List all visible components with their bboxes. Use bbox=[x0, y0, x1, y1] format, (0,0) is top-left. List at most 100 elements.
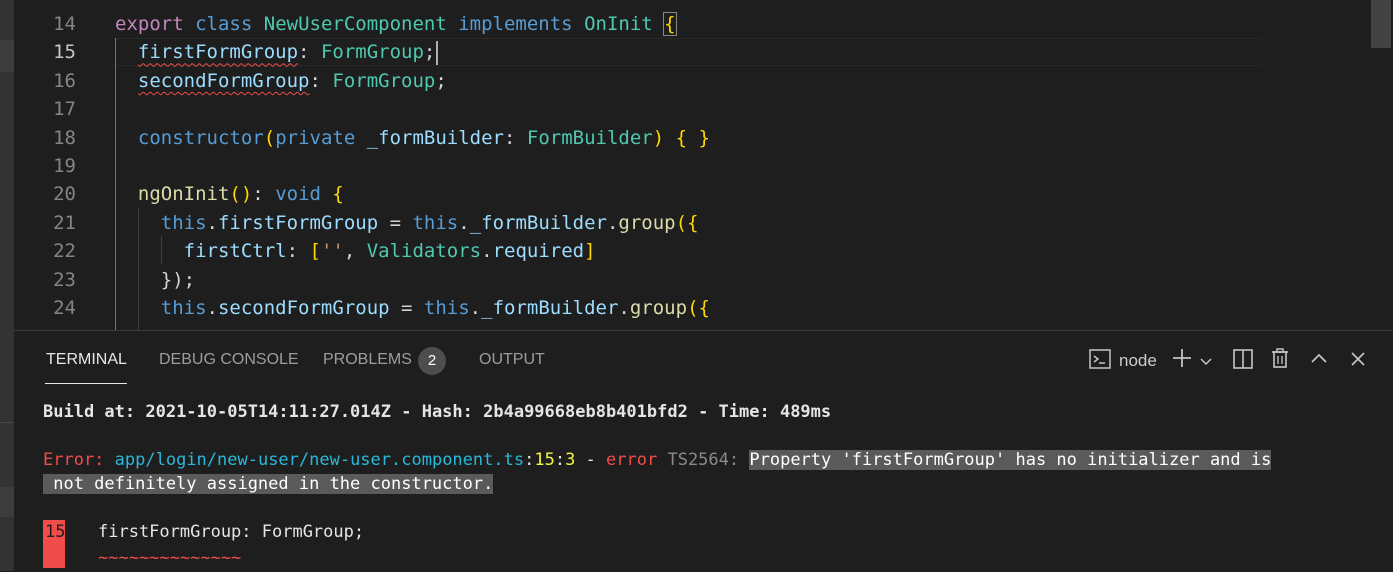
line-number: 21 bbox=[53, 211, 76, 234]
error-file-link[interactable]: app/login/new-user/new-user.component.ts bbox=[115, 450, 524, 470]
build-prefix: Build at: bbox=[43, 402, 146, 422]
code-token: _formBuilder bbox=[366, 126, 504, 149]
line-number: 22 bbox=[53, 240, 76, 263]
line-number: 15 bbox=[53, 41, 76, 64]
build-info-line: Build at: 2021-10-05T14:11:27.014Z - Has… bbox=[43, 400, 831, 424]
code-token: }); bbox=[160, 268, 196, 291]
code-token: ({ bbox=[687, 297, 710, 319]
code-token: FormBuilder bbox=[526, 126, 653, 149]
code-token: firstFormGroup bbox=[137, 41, 299, 64]
code-token: implements bbox=[458, 13, 573, 35]
code-token: . bbox=[606, 211, 619, 234]
panel-tabs: TERMINAL DEBUG CONSOLE PROBLEMS 2 OUTPUT… bbox=[14, 331, 1393, 389]
code-token: . bbox=[206, 211, 218, 234]
tab-debug-console[interactable]: DEBUG CONSOLE bbox=[159, 351, 299, 369]
code-line[interactable]: 23 }); bbox=[14, 266, 1393, 294]
code-line[interactable]: 21 this.firstFormGroup = this._formBuild… bbox=[14, 209, 1393, 237]
code-token: : bbox=[252, 183, 276, 206]
code-token: secondFormGroup bbox=[137, 69, 310, 92]
code-line[interactable]: 18 constructor(private _formBuilder: For… bbox=[14, 124, 1393, 152]
code-token: this bbox=[160, 297, 207, 319]
code-token: : bbox=[504, 126, 527, 149]
problems-count-badge: 2 bbox=[418, 347, 446, 375]
code-text[interactable]: this.firstFormGroup = this._formBuilder.… bbox=[115, 209, 699, 237]
split-terminal-icon[interactable] bbox=[1232, 348, 1254, 376]
line-number: 18 bbox=[53, 126, 76, 149]
code-token: FormGroup bbox=[332, 69, 436, 92]
code-line[interactable]: 22 firstCtrl: ['', Validators.required] bbox=[14, 237, 1393, 265]
code-token: : bbox=[309, 69, 333, 92]
code-token: . bbox=[469, 297, 482, 319]
code-token: . bbox=[618, 297, 630, 319]
code-token: void bbox=[275, 183, 321, 206]
code-token: ) bbox=[652, 126, 665, 149]
error-col-number: 3 bbox=[565, 450, 576, 470]
code-token: firstFormGroup bbox=[217, 211, 379, 234]
code-line[interactable]: 19 bbox=[14, 152, 1393, 180]
code-token: group bbox=[618, 211, 676, 234]
code-line[interactable]: 24 this.secondFormGroup = this._formBuil… bbox=[14, 294, 1393, 322]
error-line-1: Error: app/login/new-user/new-user.compo… bbox=[43, 450, 1272, 470]
chevron-down-icon[interactable] bbox=[1199, 351, 1213, 374]
code-token: this bbox=[160, 211, 207, 234]
code-line[interactable]: 17 bbox=[14, 95, 1393, 123]
code-token: FormGroup bbox=[320, 41, 424, 64]
terminal-profile-label[interactable]: node bbox=[1119, 351, 1157, 371]
code-line[interactable]: 20 ngOnInit(): void { bbox=[14, 180, 1393, 208]
time-prefix: - Time: bbox=[687, 402, 780, 422]
close-icon[interactable] bbox=[1349, 350, 1367, 374]
editor-scrollbar[interactable] bbox=[1371, 0, 1391, 48]
line-number: 23 bbox=[53, 268, 76, 291]
code-token: firstCtrl bbox=[183, 240, 287, 263]
code-text[interactable]: constructor(private _formBuilder: FormBu… bbox=[115, 124, 710, 152]
line-number: 16 bbox=[53, 69, 76, 92]
code-text[interactable]: firstFormGroup: FormGroup; bbox=[115, 38, 439, 66]
code-editor[interactable]: 14 export class NewUserComponent implemen… bbox=[14, 0, 1393, 330]
line-number: 14 bbox=[53, 13, 76, 35]
code-token: . bbox=[481, 240, 493, 263]
tab-output[interactable]: OUTPUT bbox=[479, 351, 545, 369]
code-token: , bbox=[343, 240, 367, 263]
error-line-number: 15 bbox=[534, 450, 555, 470]
code-text[interactable]: ngOnInit(): void { bbox=[115, 180, 344, 208]
build-time: 2021-10-05T14:11:27.014Z bbox=[145, 402, 391, 422]
snippet-squiggle: ~~~~~~~~~~~~~~ bbox=[98, 548, 242, 568]
code-token: { bbox=[332, 183, 344, 206]
code-text[interactable]: firstCtrl: ['', Validators.required] bbox=[115, 237, 596, 265]
code-token: = bbox=[389, 297, 424, 319]
tab-terminal[interactable]: TERMINAL bbox=[46, 351, 127, 369]
code-token: : bbox=[298, 41, 321, 64]
code-text[interactable]: }); bbox=[115, 266, 195, 294]
code-token: _formBuilder bbox=[481, 297, 619, 319]
activity-bar-item[interactable] bbox=[0, 487, 14, 517]
code-text[interactable]: export class NewUserComponent implements… bbox=[115, 10, 677, 38]
code-token: ngOnInit bbox=[137, 183, 230, 206]
code-token: ( bbox=[263, 126, 276, 149]
code-token: OnInit bbox=[584, 13, 653, 35]
chevron-up-icon[interactable] bbox=[1310, 350, 1328, 374]
code-text[interactable]: secondFormGroup: FormGroup; bbox=[115, 67, 447, 95]
terminal-icon[interactable] bbox=[1088, 347, 1112, 377]
hash-prefix: - Hash: bbox=[391, 402, 484, 422]
trash-icon[interactable] bbox=[1269, 347, 1291, 375]
error-code: TS2564: bbox=[667, 450, 740, 470]
activity-bar-item[interactable] bbox=[0, 40, 14, 72]
error-message-continued: not definitely assigned in the construct… bbox=[43, 474, 494, 494]
code-token: required bbox=[492, 240, 585, 263]
code-text[interactable]: this.secondFormGroup = this._formBuilder… bbox=[115, 294, 710, 322]
code-line[interactable]: 15 firstFormGroup: FormGroup; bbox=[14, 38, 1393, 66]
code-line[interactable]: 14 export class NewUserComponent implemen… bbox=[14, 10, 1393, 38]
code-line[interactable]: 16 secondFormGroup: FormGroup; bbox=[14, 67, 1393, 95]
tab-problems[interactable]: PROBLEMS bbox=[323, 351, 412, 369]
plus-icon[interactable] bbox=[1171, 347, 1193, 375]
